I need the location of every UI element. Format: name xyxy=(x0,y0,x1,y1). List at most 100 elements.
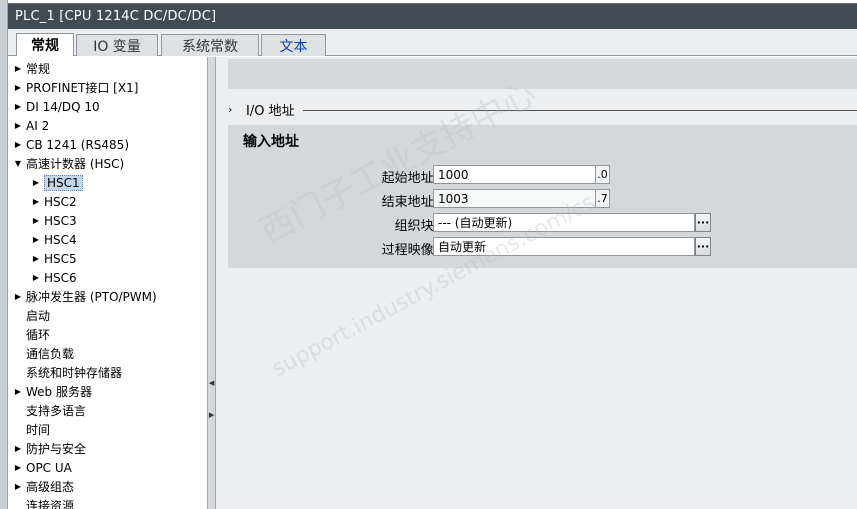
sidebar-item[interactable]: 通信负载 xyxy=(12,344,74,363)
sidebar-item[interactable]: ▶ 脉冲发生器 (PTO/PWM) xyxy=(12,287,157,306)
expand-arrow-icon[interactable]: ▶ xyxy=(12,83,24,92)
tab-bar: 常规 IO 变量 系统常数 文本 xyxy=(8,29,857,56)
expand-arrow-icon[interactable]: ▶ xyxy=(30,216,42,225)
sidebar-item[interactable]: 连接资源 xyxy=(12,496,74,509)
sidebar-item-label: OPC UA xyxy=(26,460,72,475)
expand-arrow-icon[interactable]: ▶ xyxy=(12,444,24,453)
end-address-row: 结束地址: 1003 .7 xyxy=(228,189,857,210)
sidebar-item-label: Web 服务器 xyxy=(26,385,92,399)
start-bit-suffix: .0 xyxy=(596,165,610,184)
organization-block-row: 组织块: --- (自动更新) ··· xyxy=(228,213,857,234)
sidebar-item-label: 脉冲发生器 (PTO/PWM) xyxy=(26,290,157,304)
expand-arrow-icon[interactable]: ▶ xyxy=(12,140,24,149)
panel-title: 输入地址 xyxy=(243,134,299,150)
tab-texts[interactable]: 文本 xyxy=(261,34,326,56)
sidebar-item-label: 防护与安全 xyxy=(26,442,87,456)
tab-io-tags[interactable]: IO 变量 xyxy=(76,34,158,56)
sidebar-item[interactable]: ▶ HSC6 xyxy=(30,268,77,287)
expand-arrow-icon[interactable]: ▶ xyxy=(12,64,24,73)
window-title-bar: PLC_1 [CPU 1214C DC/DC/DC] xyxy=(8,3,857,29)
expand-arrow-icon[interactable]: ▶ xyxy=(12,463,24,472)
sidebar-item-label: 启动 xyxy=(26,309,51,323)
sidebar-item[interactable]: ▶ HSC4 xyxy=(30,230,77,249)
window-title: PLC_1 [CPU 1214C DC/DC/DC] xyxy=(15,9,217,24)
expand-arrow-icon[interactable]: ▶ xyxy=(30,235,42,244)
sidebar-item-label: 系统和时钟存储器 xyxy=(26,366,123,380)
end-bit-suffix: .7 xyxy=(596,189,610,208)
sidebar-item[interactable]: 时间 xyxy=(12,420,50,439)
start-address-row: 起始地址: 1000 .0 xyxy=(228,165,857,186)
sidebar-item-label: DI 14/DQ 10 xyxy=(26,99,100,114)
sidebar-item[interactable]: ▶ DI 14/DQ 10 xyxy=(12,97,100,116)
collapse-arrow-icon[interactable]: ▼ xyxy=(12,159,24,168)
sidebar-item[interactable]: ▶ 高级组态 xyxy=(12,477,74,496)
sidebar-item-label: HSC2 xyxy=(44,194,77,209)
sidebar-item-label: 通信负载 xyxy=(26,347,75,361)
sidebar-item-label: AI 2 xyxy=(26,118,50,133)
expand-arrow-icon[interactable]: ▶ xyxy=(12,121,24,130)
sidebar-item[interactable]: ▶ HSC5 xyxy=(30,249,77,268)
sidebar-item-label: 高速计数器 (HSC) xyxy=(26,157,125,171)
chevron-right-icon: › xyxy=(228,102,233,116)
sidebar-item-label: 连接资源 xyxy=(26,499,75,509)
sidebar-item[interactable]: 支持多语言 xyxy=(12,401,86,420)
process-image-browse-button[interactable]: ··· xyxy=(695,237,711,256)
sidebar-item-label: HSC5 xyxy=(44,251,77,266)
sidebar-item[interactable]: ▶ AI 2 xyxy=(12,116,49,135)
expand-arrow-icon[interactable]: ▶ xyxy=(30,273,42,282)
organization-block-field[interactable]: --- (自动更新) xyxy=(433,213,695,232)
sidebar-item[interactable]: ▶ 防护与安全 xyxy=(12,439,86,458)
expand-arrow-icon[interactable]: ▶ xyxy=(12,387,24,396)
left-window-edge xyxy=(0,0,8,509)
start-address-field[interactable]: 1000 xyxy=(433,165,596,184)
tab-general[interactable]: 常规 xyxy=(16,33,74,56)
section-io-address[interactable]: › I/O 地址 xyxy=(228,99,857,119)
sidebar-item[interactable]: 系统和时钟存储器 xyxy=(12,363,122,382)
header-band xyxy=(228,59,857,89)
sidebar-item[interactable]: ▶ 常规 xyxy=(12,59,50,78)
sidebar-item-label: HSC3 xyxy=(44,213,77,228)
sidebar-item-label: HSC4 xyxy=(44,232,77,247)
end-address-field: 1003 xyxy=(433,189,596,208)
sidebar-item[interactable]: ▶ OPC UA xyxy=(12,458,72,477)
sidebar-item[interactable]: ▶ CB 1241 (RS485) xyxy=(12,135,129,154)
expand-arrow-icon[interactable]: ▶ xyxy=(30,197,42,206)
expand-right-icon[interactable]: ▶ xyxy=(209,407,214,423)
sidebar-item[interactable]: 启动 xyxy=(12,306,50,325)
collapse-left-icon[interactable]: ◀ xyxy=(209,375,214,391)
expand-arrow-icon[interactable]: ▶ xyxy=(12,102,24,111)
properties-main-area: › I/O 地址 输入地址 起始地址: 1000 .0 结束地址: 1003 .… xyxy=(216,57,857,509)
expand-arrow-icon[interactable]: ▶ xyxy=(30,178,42,187)
expand-arrow-icon[interactable]: ▶ xyxy=(12,482,24,491)
section-title: I/O 地址 xyxy=(246,103,295,119)
sidebar-item[interactable]: ▶ HSC3 xyxy=(30,211,77,230)
process-image-row: 过程映像: 自动更新 ··· xyxy=(228,237,857,258)
end-address-label: 结束地址: xyxy=(381,195,438,210)
sidebar-item[interactable]: ▶ HSC1 xyxy=(30,173,83,192)
expand-arrow-icon[interactable]: ▶ xyxy=(30,254,42,263)
navigation-tree: ▶ 常规 ▶ PROFINET接口 [X1] ▶ DI 14/DQ 10 ▶ AI 2 ▶ CB … xyxy=(8,57,208,509)
sidebar-item-label: CB 1241 (RS485) xyxy=(26,137,130,152)
sidebar-item[interactable]: 循环 xyxy=(12,325,50,344)
sidebar-item-label: HSC6 xyxy=(44,270,77,285)
sidebar-item-label: 时间 xyxy=(26,423,51,437)
expand-arrow-icon[interactable]: ▶ xyxy=(12,292,24,301)
sidebar-item[interactable]: ▶ PROFINET接口 [X1] xyxy=(12,78,138,97)
sidebar-item-label: 高级组态 xyxy=(26,480,75,494)
organization-block-browse-button[interactable]: ··· xyxy=(695,213,711,232)
sidebar-item-label: 支持多语言 xyxy=(26,404,87,418)
sidebar-item-label: 常规 xyxy=(26,62,51,76)
process-image-field[interactable]: 自动更新 xyxy=(433,237,695,256)
tab-system-constants[interactable]: 系统常数 xyxy=(161,34,259,56)
sidebar-item[interactable]: ▶ HSC2 xyxy=(30,192,77,211)
sidebar-item[interactable]: ▶ Web 服务器 xyxy=(12,382,92,401)
organization-block-label: 组织块: xyxy=(394,219,438,234)
sidebar-item-label: HSC1 xyxy=(44,174,83,191)
section-divider xyxy=(302,109,857,111)
sidebar-item[interactable]: ▼ 高速计数器 (HSC) xyxy=(12,154,124,173)
sidebar-item-label: 循环 xyxy=(26,328,51,342)
panel-splitter[interactable]: ◀ ▶ xyxy=(207,57,216,509)
process-image-label: 过程映像: xyxy=(381,243,438,258)
input-address-panel: 输入地址 起始地址: 1000 .0 结束地址: 1003 .7 组织块: --… xyxy=(228,125,857,268)
start-address-label: 起始地址: xyxy=(381,171,438,186)
